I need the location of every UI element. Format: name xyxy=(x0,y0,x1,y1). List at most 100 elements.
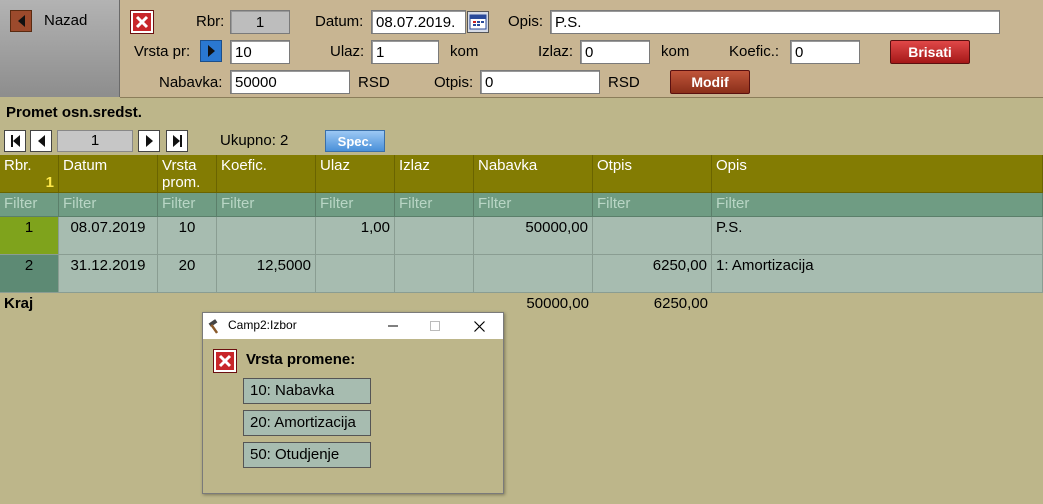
footer-otpis-total: 6250,00 xyxy=(653,295,708,312)
koefic-field[interactable]: 0 xyxy=(790,40,860,64)
total-count: Ukupno: 2 xyxy=(220,132,289,149)
first-page-button[interactable] xyxy=(4,130,26,152)
col-header-vrsta[interactable]: Vrsta prom. xyxy=(158,155,217,193)
cell-ulaz[interactable] xyxy=(316,255,395,293)
opis-label: Opis: xyxy=(508,13,544,30)
brisati-button[interactable]: Brisati xyxy=(890,40,970,64)
otpis-field[interactable]: 0 xyxy=(480,70,600,94)
col-header-koefic[interactable]: Koefic. xyxy=(217,155,316,193)
modif-button[interactable]: Modif xyxy=(670,70,750,94)
dialog-titlebar[interactable]: Camp2:Izbor xyxy=(203,313,503,339)
cell-izlaz[interactable] xyxy=(395,255,474,293)
filter-datum[interactable]: Filter xyxy=(59,193,158,217)
nabavka-unit: RSD xyxy=(358,74,390,91)
filter-rbr[interactable]: Filter xyxy=(0,193,59,217)
ulaz-label: Ulaz: xyxy=(330,43,365,60)
filter-izlaz[interactable]: Filter xyxy=(395,193,474,217)
last-page-button[interactable] xyxy=(166,130,188,152)
minimize-button[interactable] xyxy=(379,313,407,339)
grid-filter-row: Filter Filter Filter Filter Filter Filte… xyxy=(0,193,1043,217)
cell-nabavka[interactable]: 50000,00 xyxy=(474,217,593,255)
calendar-button[interactable] xyxy=(467,11,489,33)
izlaz-field[interactable]: 0 xyxy=(580,40,650,64)
cell-vrsta[interactable]: 20 xyxy=(158,255,217,293)
cell-koefic[interactable] xyxy=(217,217,316,255)
maximize-button[interactable] xyxy=(421,313,449,339)
delete-record-button[interactable] xyxy=(130,10,154,34)
filter-ulaz[interactable]: Filter xyxy=(316,193,395,217)
ulaz-field[interactable]: 1 xyxy=(371,40,439,64)
arrow-right-icon xyxy=(207,45,215,57)
table-row[interactable]: 2 31.12.2019 20 12,5000 6250,00 1: Amort… xyxy=(0,255,1043,293)
choice-dialog: Camp2:Izbor Vrsta promene: 10: Nabavka 2… xyxy=(202,312,504,494)
grid-footer-row: Kraj 50000,00 6250,00 xyxy=(0,293,1043,315)
prev-page-button[interactable] xyxy=(30,130,52,152)
close-icon xyxy=(473,320,485,332)
spec-button[interactable]: Spec. xyxy=(325,130,385,152)
cell-vrsta[interactable]: 10 xyxy=(158,217,217,255)
footer-nabavka-total: 50000,00 xyxy=(526,295,589,312)
nabavka-field[interactable]: 50000 xyxy=(230,70,350,94)
cell-rbr[interactable]: 2 xyxy=(0,255,59,293)
close-window-button[interactable] xyxy=(465,313,493,339)
datum-label: Datum: xyxy=(315,13,364,30)
koefic-label: Koefic.: xyxy=(729,43,780,60)
cell-datum[interactable]: 31.12.2019 xyxy=(59,255,158,293)
vrsta-select-button[interactable] xyxy=(200,40,222,62)
col-header-otpis[interactable]: Otpis xyxy=(593,155,712,193)
last-page-arrow-icon xyxy=(172,135,180,147)
back-button[interactable] xyxy=(10,10,32,32)
datum-field[interactable]: 08.07.2019. xyxy=(371,10,466,34)
cell-ulaz[interactable]: 1,00 xyxy=(316,217,395,255)
col-header-rbr[interactable]: Rbr. 1 xyxy=(0,155,59,193)
cell-izlaz[interactable] xyxy=(395,217,474,255)
opis-field[interactable]: P.S. xyxy=(550,10,1000,34)
vrsta-label: Vrsta pr: xyxy=(134,43,191,60)
cell-otpis[interactable]: 6250,00 xyxy=(593,255,712,293)
footer-label: Kraj xyxy=(4,295,34,312)
izlaz-unit: kom xyxy=(661,43,690,60)
cell-koefic[interactable]: 12,5000 xyxy=(217,255,316,293)
cell-nabavka[interactable] xyxy=(474,255,593,293)
minimize-icon xyxy=(388,325,398,327)
cell-rbr[interactable]: 1 xyxy=(0,217,59,255)
filter-vrsta[interactable]: Filter xyxy=(158,193,217,217)
nav-panel: Nazad xyxy=(0,0,120,97)
filter-koefic[interactable]: Filter xyxy=(217,193,316,217)
data-grid: Rbr. 1 Datum Vrsta prom. Koefic. Ulaz Iz… xyxy=(0,155,1043,293)
table-row[interactable]: 1 08.07.2019 10 1,00 50000,00 P.S. xyxy=(0,217,1043,255)
col-header-datum[interactable]: Datum xyxy=(59,155,158,193)
last-page-bar-icon xyxy=(179,135,182,147)
dialog-cancel-button[interactable] xyxy=(213,349,237,373)
filter-otpis[interactable]: Filter xyxy=(593,193,712,217)
next-page-icon xyxy=(145,135,153,147)
col-header-ulaz[interactable]: Ulaz xyxy=(316,155,395,193)
col-header-nabavka[interactable]: Nabavka xyxy=(474,155,593,193)
next-page-button[interactable] xyxy=(138,130,160,152)
filter-nabavka[interactable]: Filter xyxy=(474,193,593,217)
sort-indicator: 1 xyxy=(45,174,54,191)
rbr-field[interactable]: 1 xyxy=(230,10,290,34)
cell-otpis[interactable] xyxy=(593,217,712,255)
vrsta-field[interactable]: 10 xyxy=(230,40,290,64)
cell-opis[interactable]: 1: Amortizacija xyxy=(712,255,1043,293)
option-otudjenje[interactable]: 50: Otudjenje xyxy=(243,442,371,468)
col-header-izlaz[interactable]: Izlaz xyxy=(395,155,474,193)
filter-opis[interactable]: Filter xyxy=(712,193,1043,217)
cell-datum[interactable]: 08.07.2019 xyxy=(59,217,158,255)
hammer-icon xyxy=(208,319,219,334)
option-nabavka[interactable]: 10: Nabavka xyxy=(243,378,371,404)
close-x-icon xyxy=(135,15,149,29)
page-number-field[interactable]: 1 xyxy=(57,130,133,152)
rbr-label: Rbr: xyxy=(196,13,225,30)
col-header-opis[interactable]: Opis xyxy=(712,155,1043,193)
option-amortizacija[interactable]: 20: Amortizacija xyxy=(243,410,371,436)
cell-opis[interactable]: P.S. xyxy=(712,217,1043,255)
ulaz-unit: kom xyxy=(450,43,479,60)
prev-page-icon xyxy=(37,135,45,147)
otpis-unit: RSD xyxy=(608,74,640,91)
back-label[interactable]: Nazad xyxy=(44,12,87,29)
form-panel: Rbr: 1 Datum: 08.07.2019. Opis: P.S. Vrs… xyxy=(120,0,1043,98)
dialog-title: Camp2:Izbor xyxy=(228,318,297,332)
izlaz-label: Izlaz: xyxy=(538,43,574,60)
